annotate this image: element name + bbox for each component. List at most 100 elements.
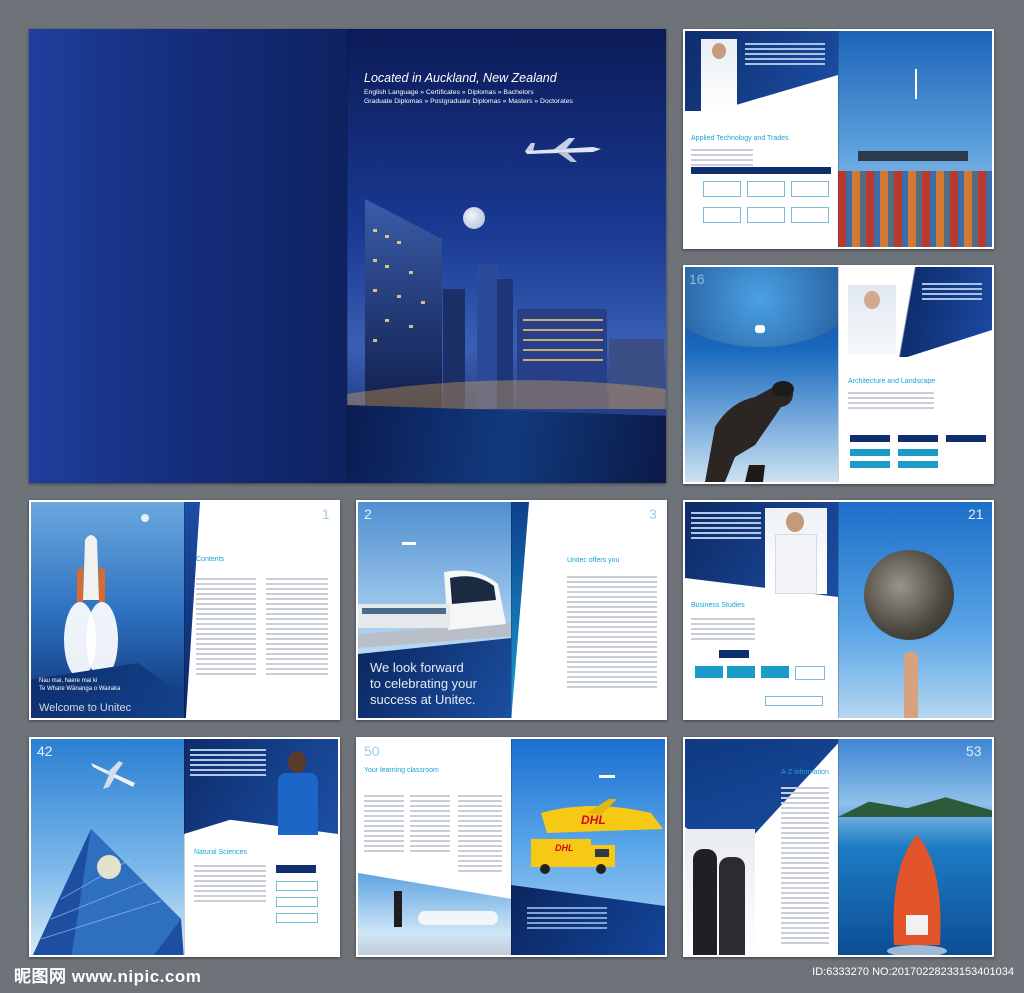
spread-business-studies[interactable]: Business Studies 21 [683, 500, 994, 720]
classroom-right-page: DHL DHL [511, 739, 665, 955]
architecture-right-page: Architecture and Landscape [838, 267, 992, 482]
spread-unitec-offers[interactable]: 2 We look forward to celebrating your su… [356, 500, 667, 720]
contents-page-number: 1 [322, 506, 330, 522]
classroom-col-1 [364, 795, 404, 855]
natural-man-body [278, 773, 318, 835]
watermark-id: ID:6333270 NO:20170228233153401034 [812, 966, 1014, 978]
offers-cta-line-3: success at Unitec. [370, 692, 476, 707]
az-right-page: 53 [838, 739, 992, 955]
offers-list [567, 576, 657, 691]
az-heading: A-Z information [781, 769, 829, 776]
contents-tagline-3: Welcome to Unitec [39, 702, 132, 714]
natural-body-text [194, 865, 266, 905]
gantry-crane [858, 151, 968, 161]
dhl-logo-text-truck: DHL [555, 843, 574, 853]
applied-box-3 [791, 181, 829, 197]
business-box-6 [765, 696, 823, 706]
architecture-box-3 [946, 435, 986, 442]
natural-heading: Natural Sciences [194, 849, 247, 856]
architecture-quote-text [922, 283, 982, 303]
swimmer-athlete-image [705, 381, 794, 482]
offers-right-page: 3 Unitec offers you [511, 502, 665, 718]
classroom-gutter [511, 739, 512, 955]
offers-plane-icon [402, 542, 416, 545]
applied-box-2 [747, 181, 785, 197]
business-box-4 [761, 666, 789, 678]
architecture-box-7 [898, 461, 938, 468]
offers-cta-line-2: to celebrating your [370, 676, 477, 691]
classroom-caption-text [527, 907, 607, 932]
contents-tagline-2: Te Whare Wānanga o Wairaka [39, 686, 121, 692]
business-page-number: 21 [968, 506, 984, 522]
cover-programs-line-2: Graduate Diplomas » Postgraduate Diploma… [364, 98, 573, 105]
business-body-text [691, 618, 755, 643]
classroom-col-3 [458, 795, 502, 875]
offers-cta-line-1: We look forward [370, 660, 464, 675]
applied-box-6 [791, 207, 829, 223]
applied-left-page: Applied Technology and Trades [685, 31, 838, 247]
business-box-1 [719, 650, 749, 658]
cover-gutter [347, 29, 348, 483]
cover-left-page [29, 29, 347, 483]
container-stacks [838, 171, 992, 247]
contents-list-col-1 [196, 578, 256, 678]
contents-heading: Contents [196, 556, 225, 563]
offers-heading: Unitec offers you [567, 557, 620, 564]
classroom-page-number: 50 [364, 743, 380, 759]
dhl-logo-text: DHL [581, 813, 606, 827]
airplane-icon [525, 138, 601, 162]
business-heading: Business Studies [691, 602, 745, 609]
natural-box-4 [276, 913, 318, 923]
passenger-figure [394, 891, 402, 927]
natural-quote-text [190, 749, 266, 779]
contents-gutter [184, 502, 185, 718]
glass-tower-image [32, 829, 184, 955]
man-portrait-body [775, 534, 817, 594]
natural-airplane-icon [91, 761, 135, 789]
classroom-col-2 [410, 795, 450, 855]
spread-architecture[interactable]: 16 Architecture and Landscape [683, 265, 994, 484]
architecture-body-text [848, 392, 934, 412]
natural-box-2 [276, 881, 318, 891]
applied-heading: Applied Technology and Trades [691, 135, 789, 142]
offers-gutter [511, 502, 512, 718]
earth-image [685, 267, 838, 347]
natural-man-head [288, 751, 306, 773]
az-list-text [781, 787, 829, 947]
cover-title: Located in Auckland, New Zealand [364, 71, 557, 85]
city-skyline-image [347, 199, 666, 409]
applied-gutter [838, 31, 839, 247]
spread-learning-classroom[interactable]: 50 Your learning classroom DHL DHL [356, 737, 667, 957]
portrait-head-2 [864, 291, 880, 309]
architecture-box-2 [898, 435, 938, 442]
port-containers-image [838, 31, 992, 247]
watermark-brand: 昵图网 www.nipic.com [14, 967, 202, 986]
space-shuttle-image [64, 535, 118, 678]
applied-box-1 [703, 181, 741, 197]
applied-programme-bar [691, 167, 831, 174]
business-quote-text [691, 512, 761, 542]
contents-left-page: Nau mai, haere mai ki Te Whare Wānanga o… [31, 502, 184, 718]
spread-az-information[interactable]: A-Z information 53 [683, 737, 994, 957]
spread-contents[interactable]: Nau mai, haere mai ki Te Whare Wānanga o… [29, 500, 340, 720]
az-person-1 [693, 849, 717, 955]
offers-page-left-number: 2 [364, 506, 372, 522]
applied-quote-text [745, 43, 825, 68]
spread-applied-technology[interactable]: Applied Technology and Trades [683, 29, 994, 249]
architecture-box-1 [850, 435, 890, 442]
architecture-left-page: 16 [685, 267, 838, 482]
architecture-gutter [838, 267, 839, 482]
rocket-icon [915, 69, 917, 99]
natural-box-1 [276, 865, 316, 873]
cargo-ship-image [887, 835, 947, 955]
business-left-page: Business Studies [685, 502, 838, 718]
architecture-box-4 [850, 449, 890, 456]
natural-gutter [184, 739, 185, 955]
natural-box-3 [276, 897, 318, 907]
business-box-2 [695, 666, 723, 678]
classroom-left-page: 50 Your learning classroom [358, 739, 511, 955]
spread-natural-sciences[interactable]: 42 Natural Sciences [29, 737, 340, 957]
applied-box-5 [747, 207, 785, 223]
contents-right-page: 1 Contents [184, 502, 338, 718]
business-box-5 [795, 666, 825, 680]
